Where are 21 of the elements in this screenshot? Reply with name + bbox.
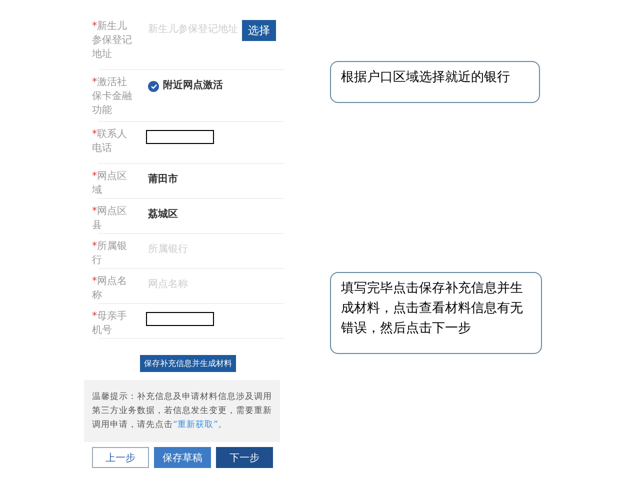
footer-button[interactable]: 保存草稿 — [154, 447, 211, 468]
input-field[interactable] — [146, 130, 214, 144]
footer-button[interactable]: 下一步 — [216, 447, 273, 468]
generate-button[interactable]: 保存补充信息并生成材料 — [140, 355, 236, 372]
callout: 根据户口区域选择就近的银行 — [330, 61, 540, 103]
field-label: *所属银行 — [92, 240, 128, 268]
notice-text: 温馨提示：补充信息及申请材料信息涉及调用第三方业务数据，若信息发生变更，需要重新调用申请，请先点击“重新获取”。 — [84, 380, 280, 442]
select-button[interactable]: 选择 — [242, 20, 276, 41]
radio-option[interactable]: 附近网点激活 — [148, 76, 223, 96]
field-value: 莆田市 — [148, 172, 178, 187]
field-label: *网点名称 — [92, 275, 128, 303]
field-label: *激活社保卡金融功能 — [92, 76, 133, 118]
footer-button[interactable]: 上一步 — [92, 447, 149, 468]
field-label: *网点区县 — [92, 205, 128, 233]
field-label: *新生儿参保登记地址 — [92, 20, 133, 62]
field-label: *母亲手机号 — [92, 310, 128, 338]
input-field[interactable] — [146, 312, 214, 326]
field-value: 荔城区 — [148, 208, 178, 222]
field-label: *联系人电话 — [92, 128, 128, 156]
callout: 填写完毕点击保存补充信息并生成材料，点击查看材料信息有无错误，然后点击下一步 — [330, 272, 542, 354]
field-label: *网点区域 — [92, 170, 128, 198]
